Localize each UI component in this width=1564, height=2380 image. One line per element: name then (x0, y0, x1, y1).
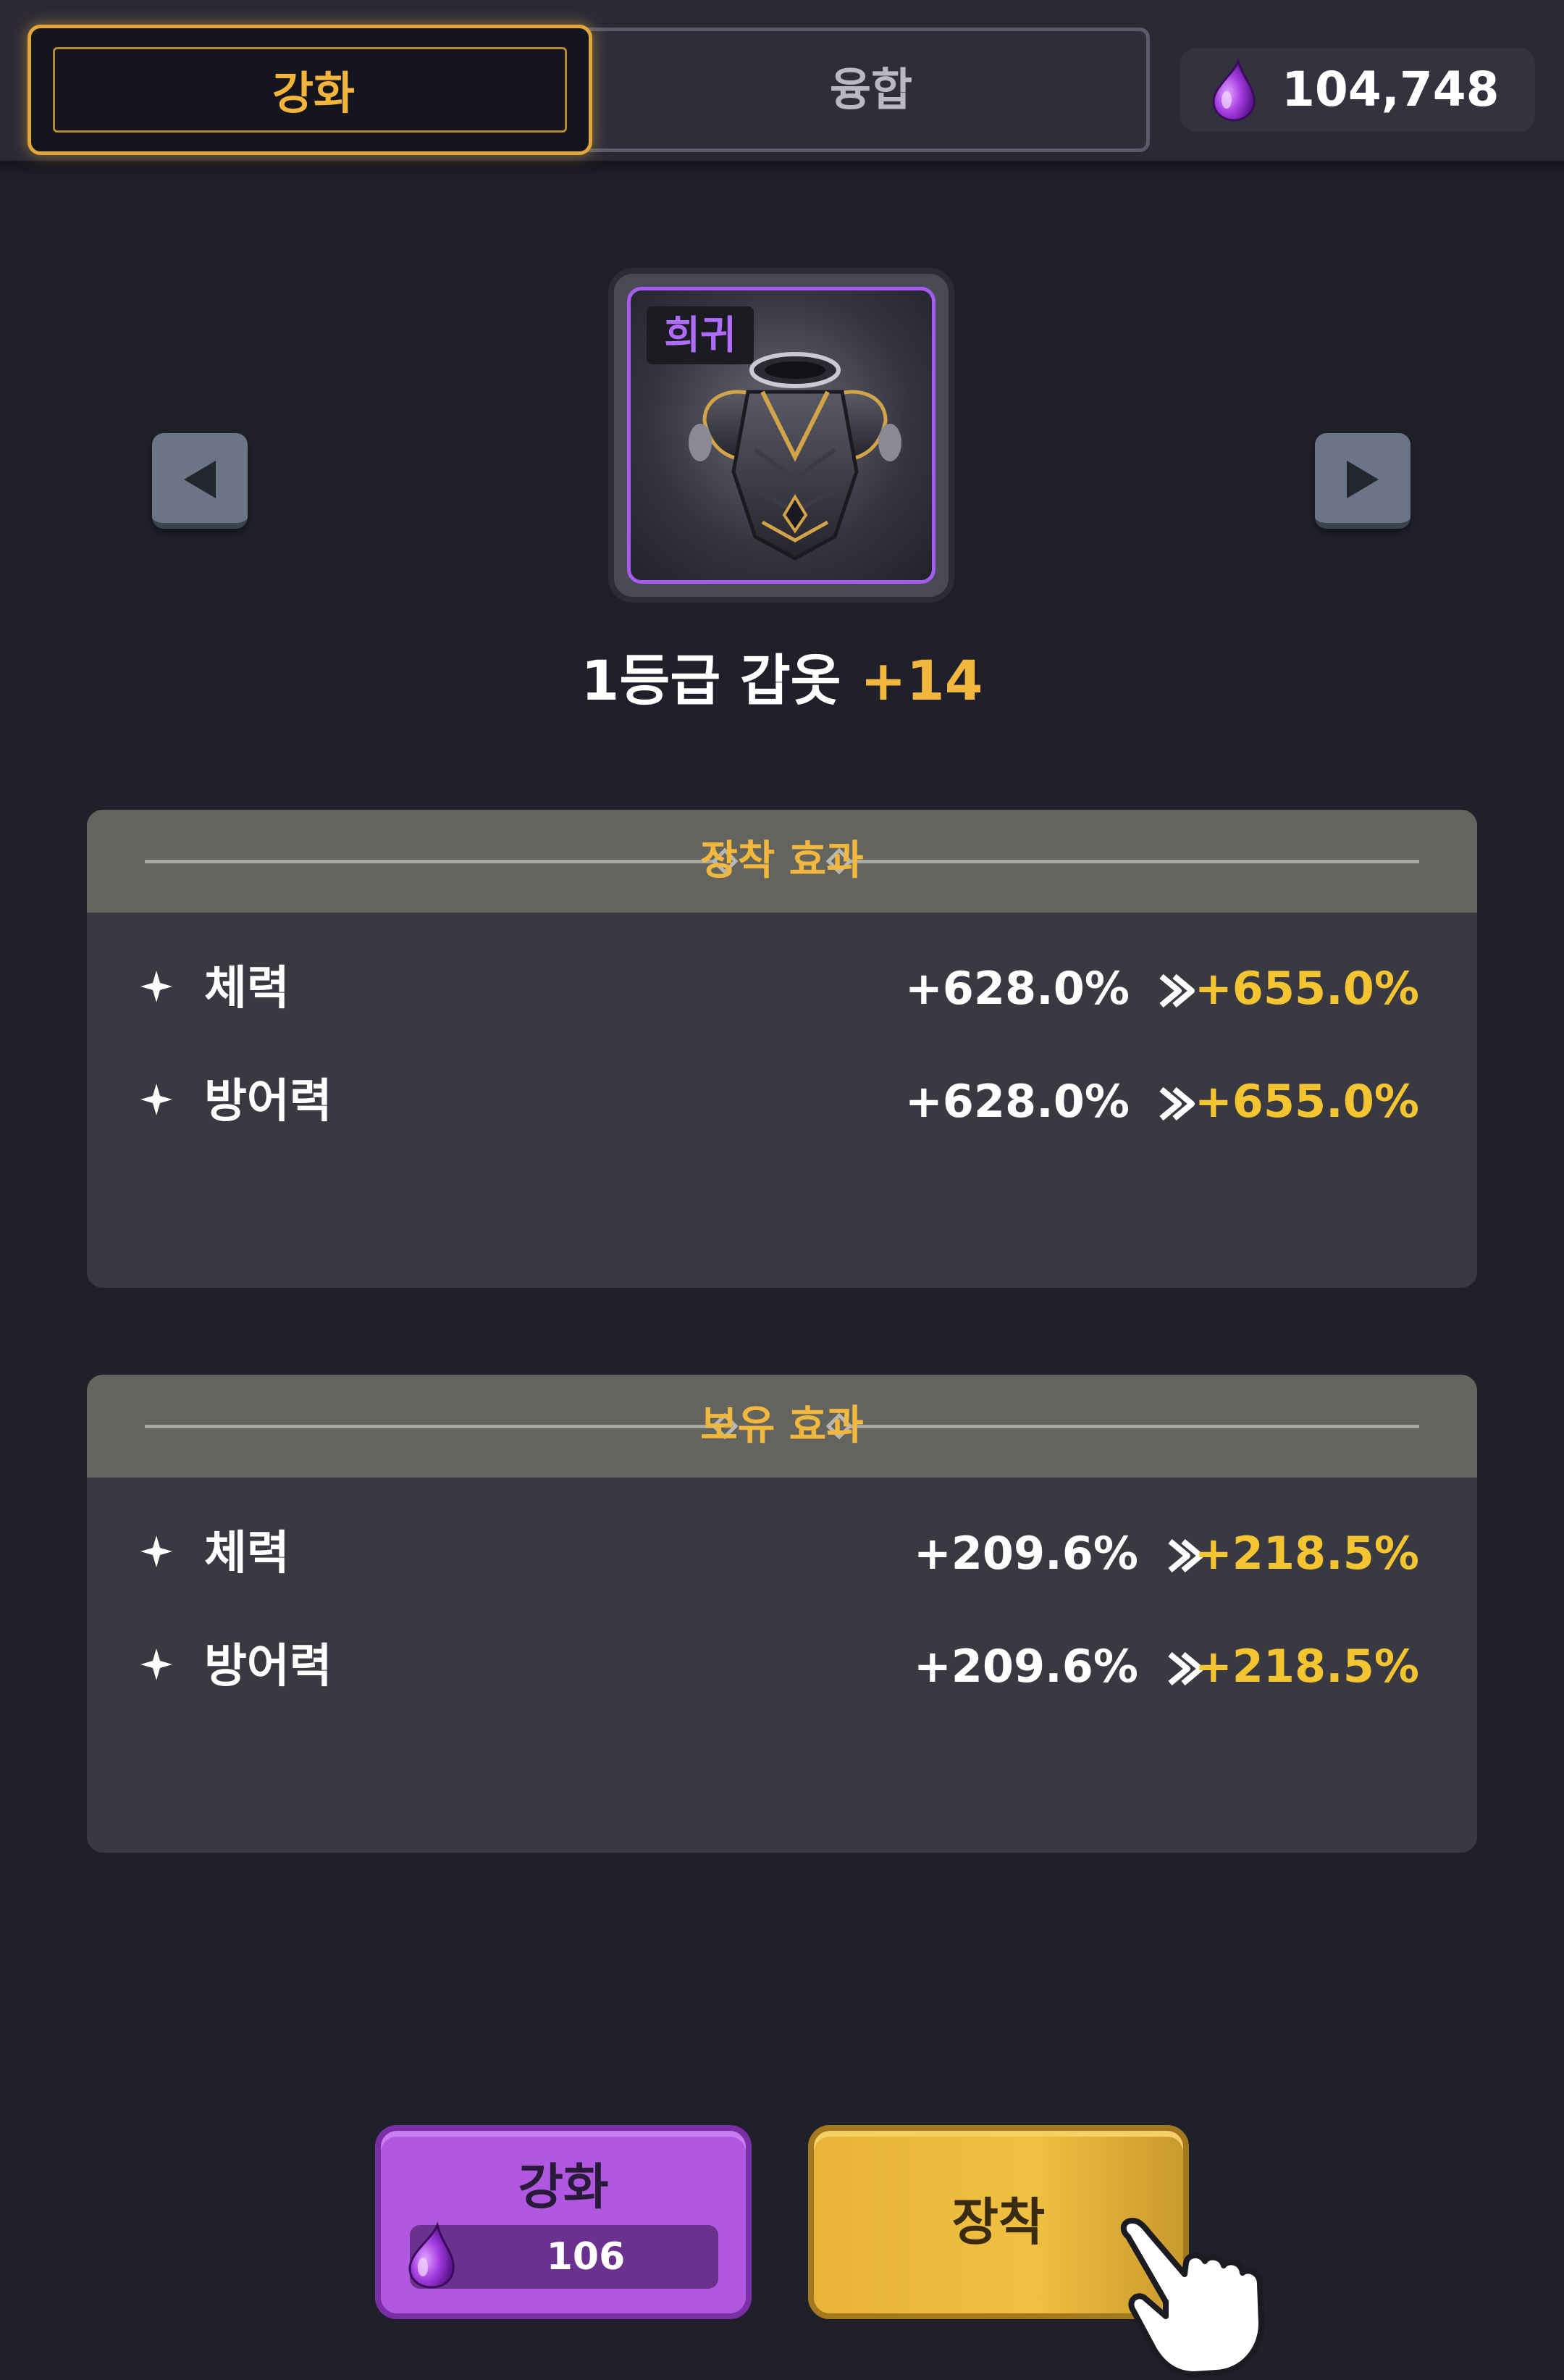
owned-effect-header: 보유 효과 (87, 1375, 1477, 1478)
sparkle-icon (140, 1535, 172, 1567)
currency-display: 104,748 (1180, 48, 1535, 132)
owned-effect-title: 보유 효과 (700, 1402, 864, 1449)
stat-name: 체력 (204, 1527, 290, 1580)
stat-name: 체력 (204, 962, 290, 1015)
stat-next-value: +218.5% (1194, 1640, 1419, 1693)
stat-current-value: +209.6% (913, 1527, 1138, 1580)
equip-effect-header: 장착 효과 (87, 810, 1477, 913)
equip-effect-panel: 장착 효과 체력 +628.0% +655.0% 방어력 +628.0% +65… (87, 810, 1477, 1288)
equip-effect-title: 장착 효과 (700, 837, 864, 884)
upgrade-cost-value: 106 (546, 2235, 626, 2279)
stat-row: 방어력 +209.6% +218.5% (87, 1627, 1477, 1706)
stat-next-value: +655.0% (1194, 962, 1419, 1015)
upgrade-button[interactable]: 강화 106 (375, 2125, 752, 2319)
purple-drop-icon (1212, 58, 1256, 122)
tab-upgrade[interactable]: 강화 (28, 25, 592, 155)
stat-next-value: +218.5% (1194, 1527, 1419, 1580)
triangle-right-icon (1347, 461, 1379, 498)
stat-current-value: +628.0% (904, 1075, 1130, 1128)
stat-current-value: +209.6% (913, 1640, 1138, 1693)
item-level: +14 (860, 648, 983, 713)
top-bar-edge (0, 161, 1564, 181)
stat-row: 체력 +628.0% +655.0% (87, 949, 1477, 1028)
item-slot[interactable]: 희귀 (608, 268, 954, 603)
pointing-hand-icon (1120, 2218, 1264, 2377)
tab-upgrade-label: 강화 (272, 67, 356, 120)
tab-fusion[interactable]: 융합 (592, 25, 1150, 155)
previous-item-button[interactable] (152, 433, 248, 529)
owned-effect-panel: 보유 효과 체력 +209.6% +218.5% 방어력 +209.6% +21… (87, 1375, 1477, 1853)
upgrade-cost: 106 (408, 2221, 718, 2289)
armor-icon (689, 352, 901, 561)
stat-name: 방어력 (204, 1075, 332, 1128)
stat-current-value: +628.0% (904, 962, 1130, 1015)
sparkle-icon (140, 971, 172, 1002)
stat-row: 방어력 +628.0% +655.0% (87, 1062, 1477, 1141)
item-name: 1등급 갑옷 (581, 648, 841, 713)
stat-name: 방어력 (204, 1640, 332, 1693)
stat-next-value: +655.0% (1194, 1075, 1419, 1128)
rarity-badge: 희귀 (647, 306, 754, 364)
next-item-button[interactable] (1315, 433, 1410, 529)
sparkle-icon (140, 1084, 172, 1115)
item-title: 1등급 갑옷 +14 (0, 636, 1564, 716)
currency-amount: 104,748 (1282, 62, 1500, 117)
upgrade-button-label: 강화 (518, 2159, 609, 2216)
purple-drop-icon (408, 2221, 455, 2289)
item-slot-inner: 희귀 (627, 287, 936, 584)
sparkle-icon (140, 1648, 172, 1680)
stat-row: 체력 +209.6% +218.5% (87, 1514, 1477, 1593)
triangle-left-icon (184, 461, 216, 498)
